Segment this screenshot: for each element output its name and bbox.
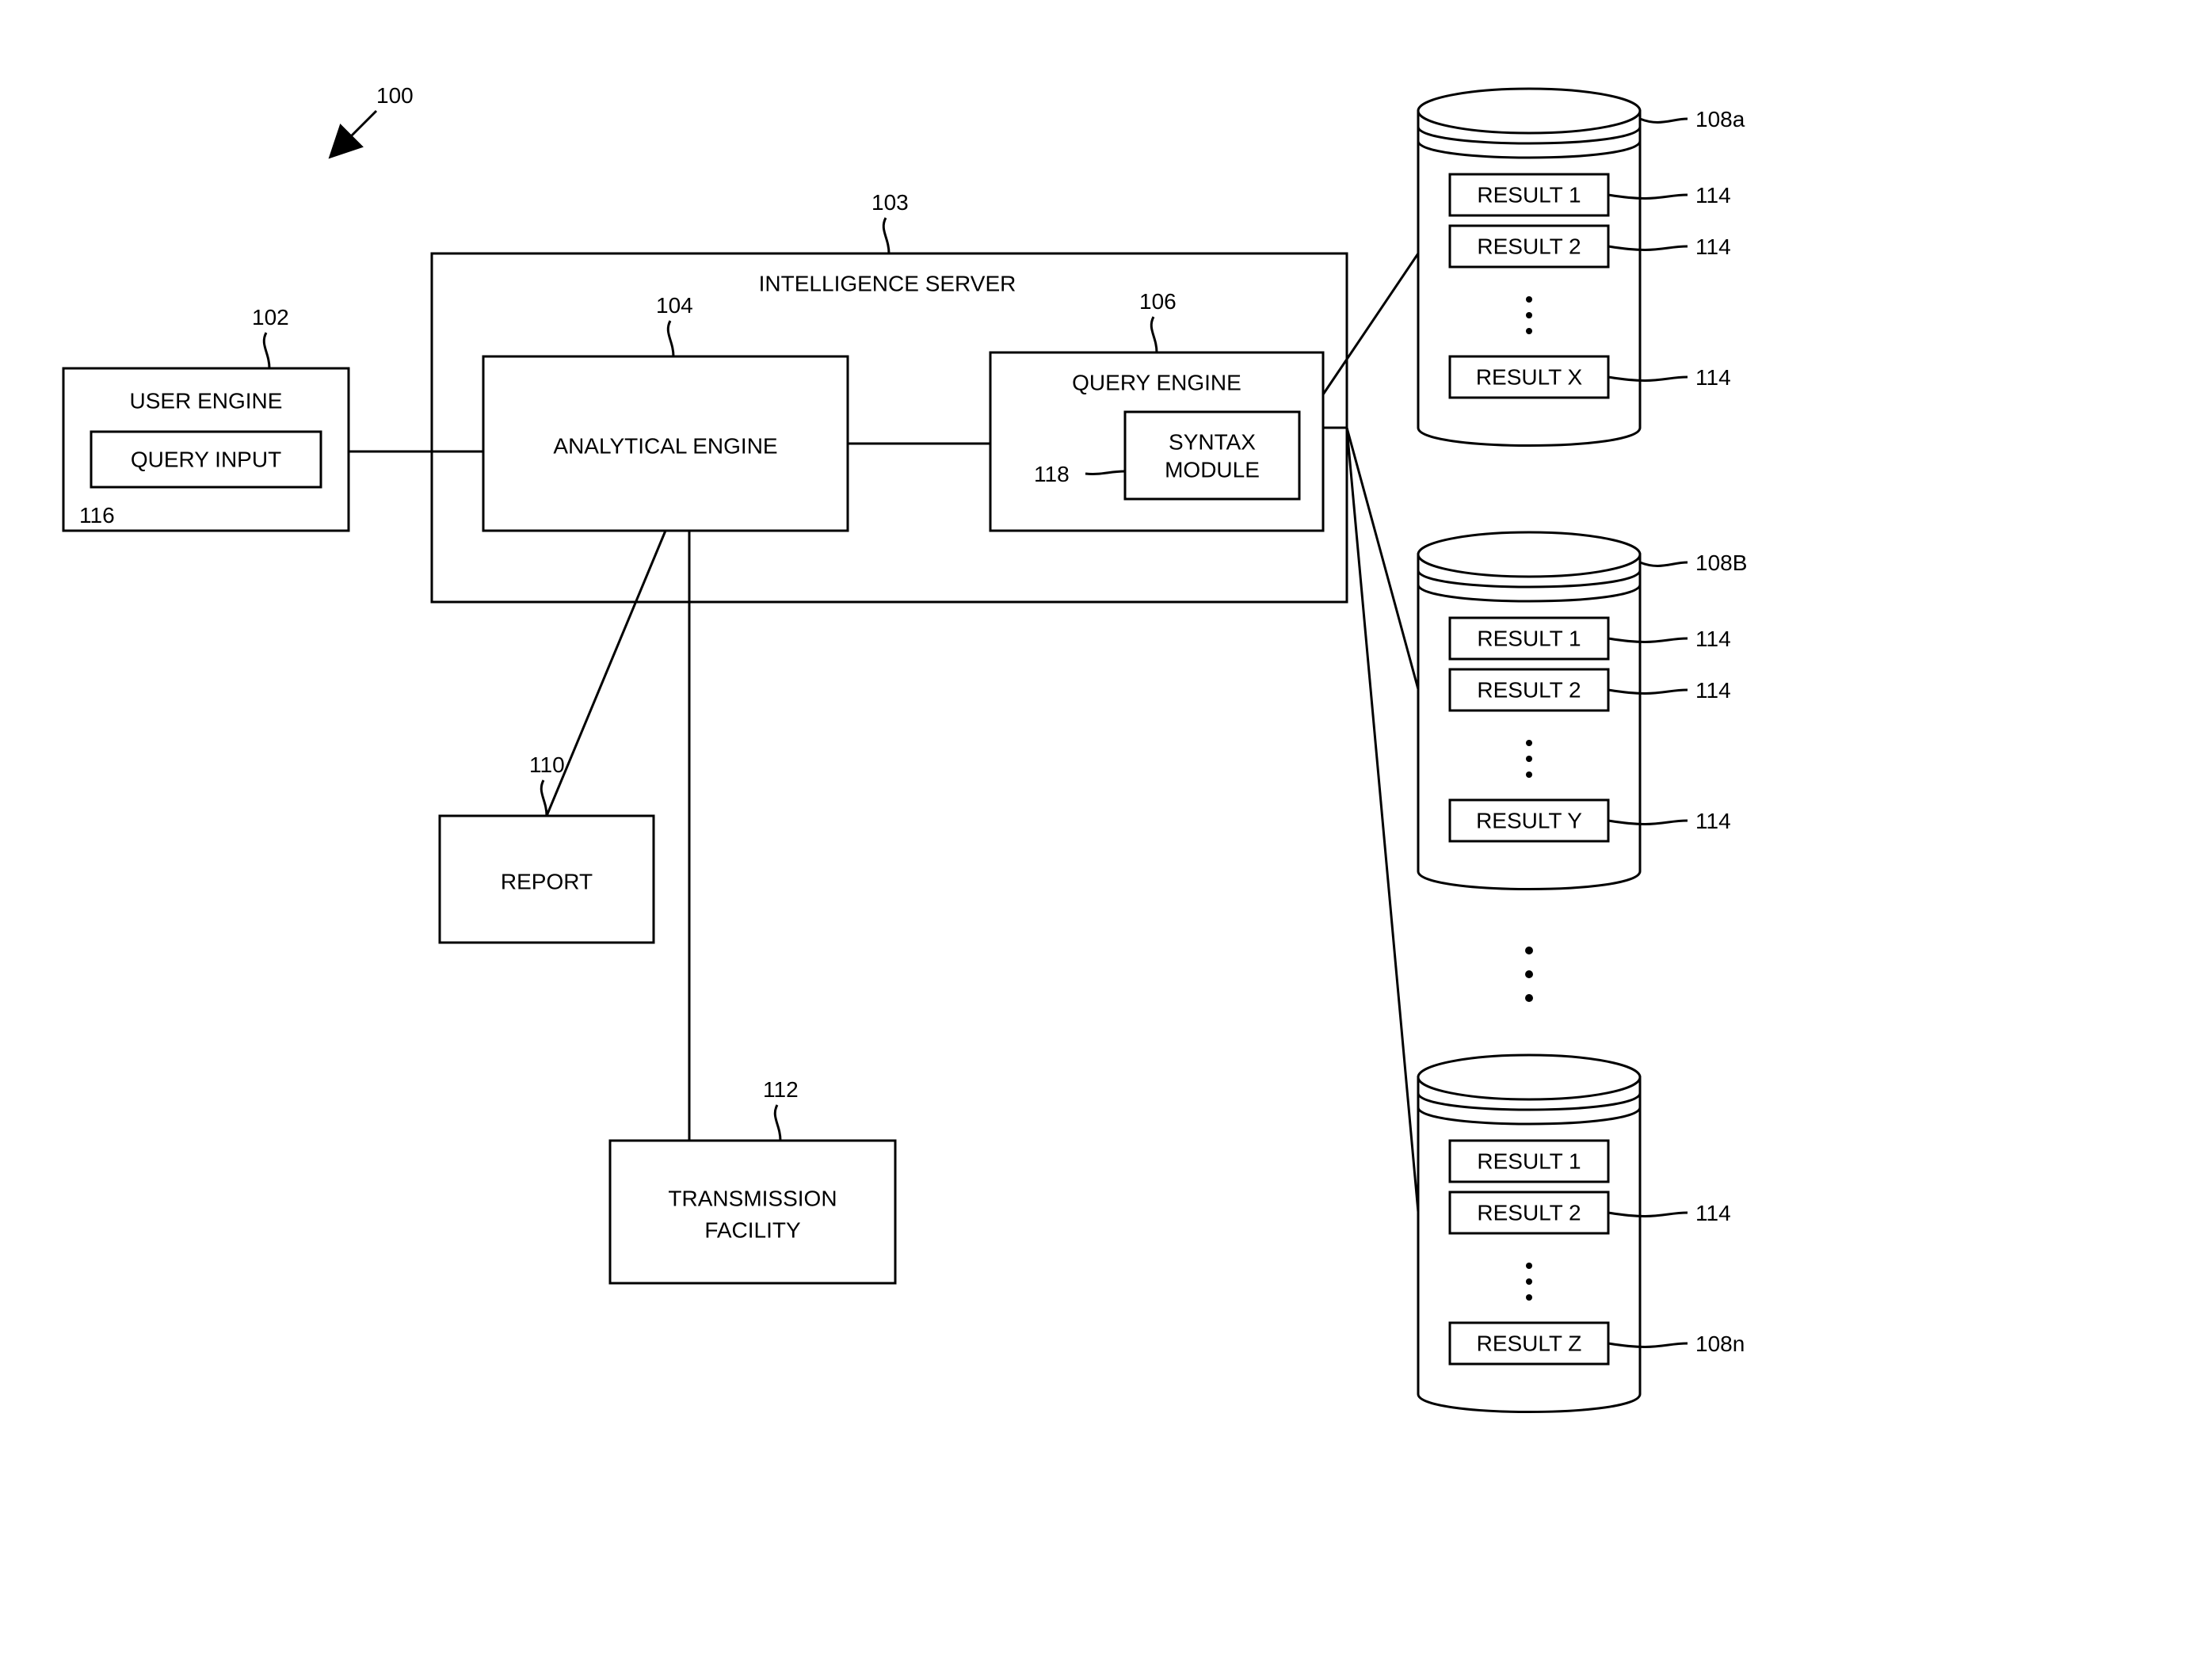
db-a-result-1: RESULT 1 (1477, 182, 1581, 207)
db-a-cellref-1: 114 (1695, 183, 1731, 208)
svg-text:100: 100 (376, 83, 414, 108)
db-n-cellref-2: 114 (1695, 1201, 1731, 1225)
intelligence-server-label: INTELLIGENCE SERVER (759, 271, 1016, 295)
db-b-cellref-1: 114 (1695, 627, 1731, 651)
db-n-ref: 108n (1695, 1331, 1745, 1356)
db-b-cellref-2: 114 (1695, 678, 1731, 703)
report-ref: 110 (529, 752, 565, 777)
db-b-result-n: RESULT Y (1476, 808, 1582, 832)
user-engine: USER ENGINE QUERY INPUT 102 116 (63, 305, 349, 531)
db-b-ref: 108B (1695, 550, 1747, 575)
intelligence-server-ref: 103 (871, 190, 909, 215)
report-label: REPORT (501, 869, 593, 893)
query-input-label: QUERY INPUT (131, 447, 281, 471)
db-n-result-n: RESULT Z (1477, 1331, 1582, 1355)
user-engine-label: USER ENGINE (130, 388, 283, 413)
syntax-module-label-1: SYNTAX (1169, 429, 1256, 454)
analytical-engine-label: ANALYTICAL ENGINE (553, 433, 777, 458)
transmission-label-1: TRANSMISSION (668, 1186, 837, 1210)
query-input-ref: 116 (79, 503, 115, 528)
query-engine-ref: 106 (1139, 289, 1177, 314)
syntax-module-ref: 118 (1034, 462, 1070, 486)
database-a: RESULT 1 RESULT 2 RESULT X 108a 114 114 … (1418, 89, 1745, 446)
db-n-result-1: RESULT 1 (1477, 1149, 1581, 1173)
database-n: RESULT 1 RESULT 2 RESULT Z 114 108n (1418, 1055, 1745, 1412)
user-engine-ref: 102 (252, 305, 289, 330)
query-engine-label: QUERY ENGINE (1072, 370, 1241, 394)
db-a-cellref-2: 114 (1695, 234, 1731, 259)
syntax-module-label-2: MODULE (1165, 457, 1260, 482)
database-b: RESULT 1 RESULT 2 RESULT Y 108B 114 114 … (1418, 532, 1747, 890)
figure-ref: 100 (349, 83, 414, 139)
transmission-facility: TRANSMISSION FACILITY 112 (610, 1077, 895, 1283)
db-b-cellref-n: 114 (1695, 809, 1731, 833)
db-a-ref: 108a (1695, 107, 1745, 131)
analytical-engine-ref: 104 (656, 293, 693, 318)
db-n-result-2: RESULT 2 (1477, 1200, 1581, 1225)
db-a-result-n: RESULT X (1476, 364, 1583, 389)
db-b-result-1: RESULT 1 (1477, 626, 1581, 650)
transmission-label-2: FACILITY (704, 1217, 801, 1242)
db-b-result-2: RESULT 2 (1477, 677, 1581, 702)
transmission-ref: 112 (763, 1077, 799, 1102)
db-a-result-2: RESULT 2 (1477, 234, 1581, 258)
report-box: REPORT 110 (440, 752, 654, 943)
db-a-cellref-n: 114 (1695, 365, 1731, 390)
